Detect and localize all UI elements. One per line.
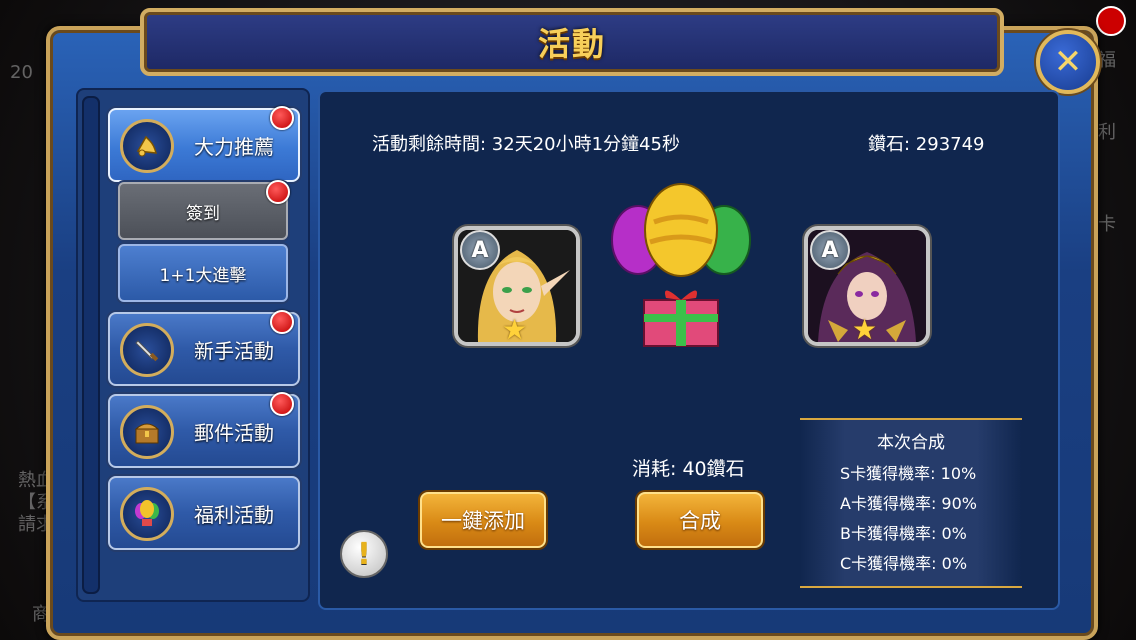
- star-icon: ★: [502, 313, 528, 346]
- bg-notification-badge: [1096, 6, 1126, 36]
- rate-s: S卡獲得機率: 10%: [840, 464, 977, 483]
- horn-icon: [120, 119, 174, 173]
- close-icon: ✕: [1053, 42, 1083, 82]
- remaining-time: 活動剩餘時間: 32天20小時1分鐘45秒: [372, 134, 680, 155]
- gift-balloon-icon: [606, 182, 756, 350]
- rank-badge: A: [460, 230, 500, 270]
- sidebar-item-label: 福利活動: [194, 502, 274, 527]
- rates-box: 本次合成 S卡獲得機率: 10% A卡獲得機率: 90% B卡獲得機率: 0% …: [800, 418, 1022, 588]
- sidebar-item-mail[interactable]: 郵件活動: [108, 392, 300, 468]
- close-button[interactable]: ✕: [1036, 30, 1100, 94]
- diamond-balance: 鑽石: 293749: [868, 134, 985, 155]
- rate-c: C卡獲得機率: 0%: [840, 554, 968, 573]
- rates-title: 本次合成: [877, 433, 945, 453]
- notification-badge: [270, 392, 294, 416]
- balloon-icon: [120, 487, 174, 541]
- sidebar-item-label: 1+1大進擊: [159, 265, 247, 286]
- title-bar: 活動: [140, 8, 1004, 76]
- rank-badge: A: [810, 230, 850, 270]
- notification-badge: [266, 180, 290, 204]
- bg-side-text-right: 福 利 卡: [1098, 50, 1116, 235]
- sidebar-item-label: 簽到: [186, 203, 220, 224]
- star-icon: ★: [852, 313, 878, 346]
- card-slot-left[interactable]: A ★: [454, 226, 580, 346]
- sidebar-item-1plus1[interactable]: 1+1大進擊: [118, 244, 288, 302]
- auto-add-button[interactable]: 一鍵添加: [420, 492, 546, 548]
- window-title: 活動: [537, 25, 606, 63]
- card-slot-right[interactable]: A ★: [804, 226, 930, 346]
- cost-text: 消耗: 40鑽石: [632, 458, 745, 480]
- notification-badge: [270, 106, 294, 130]
- rate-b: B卡獲得機率: 0%: [840, 524, 967, 543]
- sidebar-item-recommend[interactable]: 大力推薦: [108, 106, 300, 182]
- bg-level: 20: [10, 62, 33, 83]
- help-icon[interactable]: !: [340, 530, 388, 578]
- chest-icon: [120, 405, 174, 459]
- notification-badge: [270, 310, 294, 334]
- sidebar-scrollbar[interactable]: [82, 96, 100, 594]
- sword-icon: [120, 323, 174, 377]
- rate-a: A卡獲得機率: 90%: [840, 494, 977, 513]
- compose-button[interactable]: 合成: [637, 492, 763, 548]
- sidebar-item-newbie[interactable]: 新手活動: [108, 310, 300, 386]
- sidebar-item-checkin[interactable]: 簽到: [118, 180, 290, 240]
- sidebar-item-welfare[interactable]: 福利活動: [108, 476, 300, 550]
